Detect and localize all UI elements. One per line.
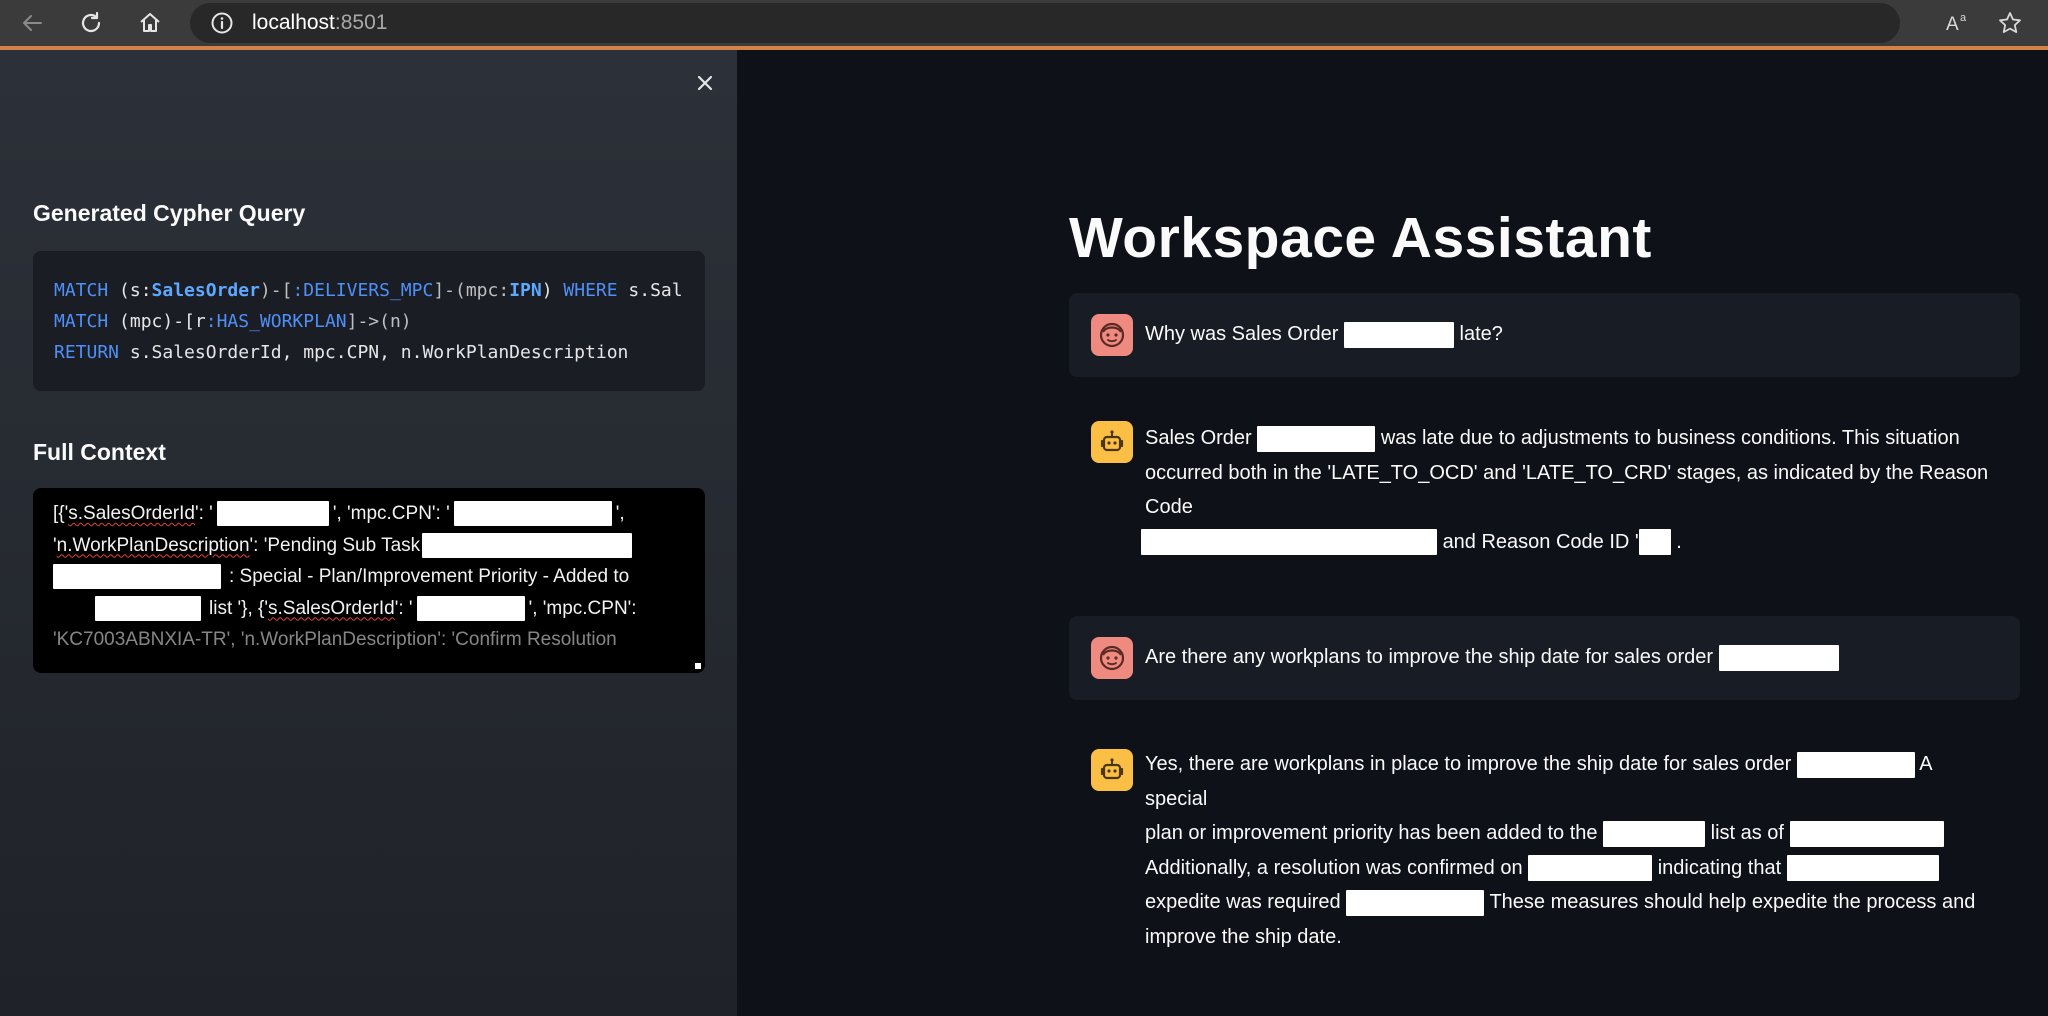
redacted-block	[1638, 529, 1671, 556]
code-line: MATCH (s:SalesOrder)-[:DELIVERS_MPC]-(mp…	[54, 280, 683, 301]
full-context-textarea[interactable]: [{'s.SalesOrderId': ' ', 'mpc.CPN': ' ', '…	[33, 488, 705, 673]
resize-handle[interactable]	[695, 663, 701, 669]
robot-icon	[1091, 421, 1133, 463]
chat-message-user: Are there any workplans to improve the s…	[1069, 616, 2020, 700]
url-port: :8501	[334, 11, 388, 34]
cypher-query-code-block[interactable]: MATCH (s:SalesOrder)-[:DELIVERS_MPC]-(mp…	[33, 251, 705, 391]
page-title: Workspace Assistant	[1069, 206, 1652, 270]
redacted-block	[95, 595, 201, 621]
redacted-block	[1346, 889, 1485, 916]
redacted-block	[216, 501, 329, 527]
url-host: localhost	[252, 11, 335, 34]
redacted-block	[422, 532, 633, 558]
code-line: MATCH (mpc)-[r:HAS_WORKPLAN]->(n)	[54, 311, 412, 332]
redacted-block	[1789, 820, 1944, 847]
query-heading: Generated Cypher Query	[33, 200, 306, 226]
context-line: : Special - Plan/Improvement Priority - …	[53, 561, 693, 593]
close-icon[interactable]	[690, 68, 720, 98]
context-line: 'KC7003ABNXIA-TR', 'n.WorkPlanDescriptio…	[53, 629, 617, 650]
user-face-icon	[1091, 314, 1133, 356]
chat-message-user: Why was Sales Order late?	[1069, 293, 2020, 377]
redacted-block	[1343, 321, 1454, 348]
svg-text:A: A	[1946, 14, 1959, 35]
back-arrow-icon[interactable]	[14, 5, 50, 41]
reload-icon[interactable]	[73, 5, 109, 41]
redacted-block	[1796, 751, 1915, 778]
info-icon[interactable]	[210, 11, 234, 35]
redacted-block	[1257, 425, 1376, 452]
svg-text:a: a	[1960, 12, 1967, 24]
redacted-block	[1141, 529, 1437, 556]
redacted-block	[416, 595, 525, 621]
read-aloud-icon[interactable]: Aa	[1940, 5, 1976, 41]
message-text: Sales Order was late due to adjustments …	[1141, 421, 1996, 559]
browser-toolbar: localhost:8501 Aa	[0, 0, 2048, 46]
home-icon[interactable]	[132, 5, 168, 41]
sidebar: Generated Cypher Query MATCH (s:SalesOrd…	[0, 50, 737, 1016]
message-text: Yes, there are workplans in place to imp…	[1145, 751, 1976, 948]
message-text: Are there any workplans to improve the s…	[1145, 640, 1996, 675]
redacted-block	[1603, 820, 1706, 847]
context-line: list '}, {'s.SalesOrderId': ' ', 'mpc.CPN…	[53, 593, 693, 625]
redacted-block	[53, 564, 221, 590]
redacted-block	[1528, 855, 1653, 882]
context-line: 'n.WorkPlanDescription': 'Pending Sub Ta…	[53, 530, 693, 562]
code-line: RETURN s.SalesOrderId, mpc.CPN, n.WorkPl…	[54, 342, 629, 363]
address-bar[interactable]: localhost:8501	[190, 3, 1900, 43]
main-content: Workspace Assistant Why was Sales Order …	[737, 50, 2048, 1016]
chat-message-assistant: Yes, there are workplans in place to imp…	[1069, 735, 2020, 948]
redacted-block	[453, 501, 612, 527]
chat-message-assistant: Sales Order was late due to adjustments …	[1069, 409, 2020, 579]
user-face-icon	[1091, 637, 1133, 679]
robot-icon	[1091, 749, 1133, 791]
favorite-star-icon[interactable]	[1992, 5, 2028, 41]
context-heading: Full Context	[33, 439, 166, 465]
context-line: [{'s.SalesOrderId': ' ', 'mpc.CPN': ' ',	[53, 498, 693, 530]
message-text: Why was Sales Order late?	[1145, 317, 1996, 352]
redacted-block	[1718, 644, 1839, 671]
redacted-block	[1786, 855, 1939, 882]
